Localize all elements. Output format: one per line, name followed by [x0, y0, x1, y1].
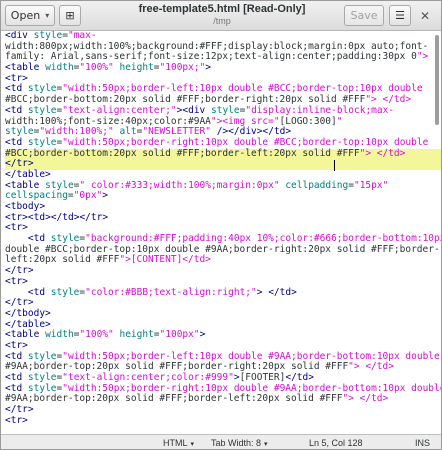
- code-line: <td style="color:#BBB;text-align:right;"…: [27, 286, 297, 298]
- scrollbar[interactable]: [433, 31, 441, 434]
- language-label: HTML: [163, 438, 188, 448]
- code-line: <table width="100%" height="100px;">: [5, 62, 212, 74]
- header-bar: Open ▾ ⊞ free-template5.html [Read-Only]…: [1, 1, 441, 31]
- new-tab-button[interactable]: ⊞: [59, 5, 81, 26]
- code-line: cellspacing="0px">: [5, 190, 108, 202]
- mouse-text-cursor: [334, 160, 335, 171]
- new-tab-icon: ⊞: [65, 9, 75, 22]
- code-view[interactable]: <div style="max-width:800px;width:100%;b…: [1, 31, 441, 426]
- menu-button[interactable]: ☰: [389, 5, 411, 26]
- open-button[interactable]: Open ▾: [5, 5, 55, 26]
- code-line: #BCC;border-bottom:20px solid #FFF;borde…: [5, 148, 441, 160]
- text-editor[interactable]: <div style="max-width:800px;width:100%;b…: [1, 31, 441, 434]
- code-line: <tr>: [5, 414, 28, 426]
- code-line: <table width="100%" height="100px">: [5, 329, 206, 341]
- code-line: </tr>: [5, 297, 34, 309]
- code-line: </tr>: [5, 158, 441, 170]
- tab-width-selector[interactable]: Tab Width: 8 ▾: [211, 438, 268, 448]
- tab-width-label: Tab Width: 8: [211, 438, 262, 448]
- open-button-label: Open: [10, 9, 41, 22]
- close-button[interactable]: ✕: [417, 8, 433, 24]
- window-title: free-template5.html [Read-Only]: [138, 3, 306, 15]
- editor-window: Open ▾ ⊞ free-template5.html [Read-Only]…: [0, 0, 442, 450]
- window-subtitle: /tmp: [213, 16, 231, 26]
- chevron-down-icon: ▾: [190, 441, 195, 448]
- window-title-group: free-template5.html [Read-Only] /tmp: [111, 3, 333, 27]
- chevron-down-icon: ▾: [45, 11, 50, 20]
- code-line: </tr>: [5, 404, 34, 416]
- insert-mode: INS: [415, 438, 431, 448]
- language-selector[interactable]: HTML ▾: [163, 438, 194, 448]
- chevron-down-icon: ▾: [264, 441, 268, 448]
- scrollbar-thumb[interactable]: [435, 35, 439, 125]
- code-line: </tbody>: [5, 307, 51, 319]
- cursor-position: Ln 5, Col 128: [309, 438, 363, 448]
- status-bar: HTML ▾ Tab Width: 8 ▾ Ln 5, Col 128 INS: [1, 434, 441, 449]
- code-line: left:20px solid #FFF">[CONTENT]</td>: [5, 254, 211, 266]
- code-line: </tr>: [5, 265, 34, 277]
- save-button[interactable]: Save: [344, 5, 384, 26]
- code-line: <tr><td></td></tr>: [5, 211, 109, 223]
- code-line: #9AA;border-top:20px solid #FFF;border-l…: [5, 393, 389, 405]
- close-icon: ✕: [419, 9, 431, 23]
- hamburger-icon: ☰: [395, 9, 405, 22]
